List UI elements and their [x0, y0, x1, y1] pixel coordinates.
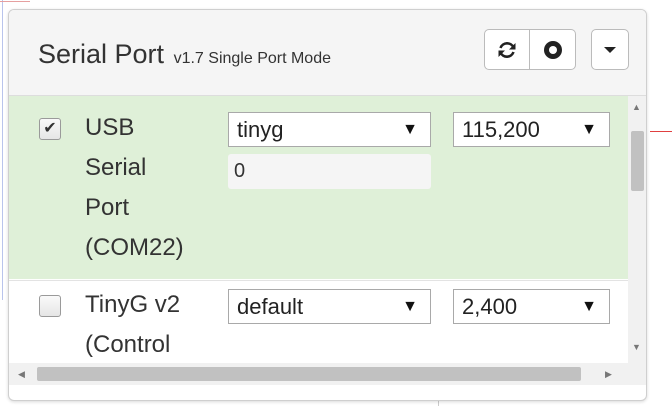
vertical-scroll-thumb[interactable]	[631, 131, 644, 191]
port-name-line: (Control	[85, 331, 171, 358]
port-name: USB Serial Port (COM22)	[85, 108, 225, 268]
dropdown-arrow-icon: ▼	[402, 121, 418, 138]
port-name-line: USB	[85, 114, 135, 141]
caret-down-icon	[604, 46, 616, 53]
horizontal-scrollbar[interactable]: ◀ ▶	[9, 363, 628, 385]
buffer-select-value: tinyg	[237, 117, 284, 142]
baud-select-value: 2,400	[462, 294, 518, 319]
panel-title: Serial Port v1.7 Single Port Mode	[38, 39, 331, 70]
horizontal-scroll-thumb[interactable]	[37, 367, 581, 381]
scrollbar-corner	[628, 363, 646, 385]
baud-select[interactable]: 115,200 ▼	[453, 112, 610, 147]
port-name-line: TinyG v2	[85, 291, 181, 318]
port-name-line: (COM22)	[85, 234, 184, 261]
header-button-group	[484, 29, 576, 70]
dropdown-arrow-icon: ▼	[402, 298, 418, 315]
baud-select-value: 115,200	[462, 117, 540, 142]
port-checkbox[interactable]	[39, 295, 61, 317]
background-line-top	[0, 1, 30, 2]
vertical-scrollbar[interactable]: ▲ ▼	[628, 96, 646, 363]
port-value-field[interactable]: 0	[228, 154, 431, 189]
background-line-right	[650, 131, 672, 132]
buffer-select-value: default	[237, 294, 304, 319]
port-row-com22[interactable]: ✔ USB Serial Port (COM22) tinyg ▼ 115,20…	[9, 96, 628, 279]
serial-port-widget: Serial Port v1.7 Single Port Mode ✔ USB …	[8, 9, 647, 401]
scroll-up-arrow-icon[interactable]: ▲	[632, 102, 641, 112]
title-text: Serial Port	[38, 39, 165, 69]
connect-toggle-button[interactable]	[530, 29, 576, 70]
scroll-right-arrow-icon[interactable]: ▶	[605, 369, 612, 380]
panel-heading: Serial Port v1.7 Single Port Mode	[9, 10, 646, 96]
port-row-tinyg-v2[interactable]: TinyG v2 (Control default ▼ 2,400 ▼	[9, 280, 628, 363]
scroll-down-arrow-icon[interactable]: ▼	[632, 342, 641, 352]
refresh-button[interactable]	[484, 29, 530, 70]
buffer-select[interactable]: default ▼	[228, 289, 431, 324]
scroll-left-arrow-icon[interactable]: ◀	[18, 369, 25, 380]
options-dropdown-button[interactable]	[591, 29, 629, 70]
version-subtitle: v1.7 Single Port Mode	[173, 50, 331, 67]
refresh-icon	[498, 41, 516, 58]
buffer-select[interactable]: tinyg ▼	[228, 112, 431, 147]
port-list: ✔ USB Serial Port (COM22) tinyg ▼ 115,20…	[9, 96, 628, 363]
port-name-line: Serial	[85, 154, 147, 181]
background-line-left	[2, 0, 3, 300]
dropdown-arrow-icon: ▼	[581, 298, 597, 315]
circle-icon	[543, 40, 562, 59]
dropdown-arrow-icon: ▼	[581, 121, 597, 138]
check-mark-icon: ✔	[43, 120, 57, 137]
port-name: TinyG v2 (Control	[85, 285, 225, 363]
port-checkbox[interactable]: ✔	[39, 118, 61, 140]
port-name-line: Port	[85, 194, 130, 221]
baud-select[interactable]: 2,400 ▼	[453, 289, 610, 324]
